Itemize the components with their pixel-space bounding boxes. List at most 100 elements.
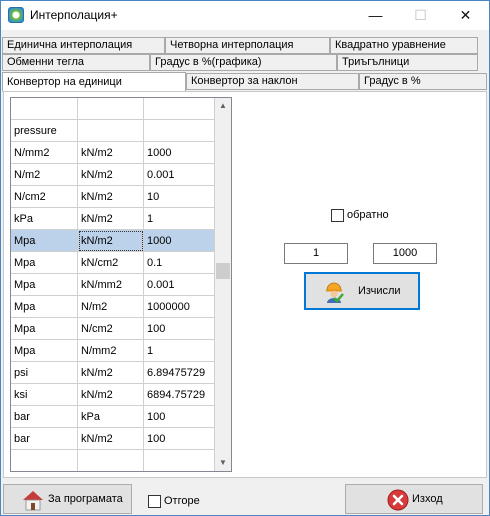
unit-to-cell[interactable]: kN/m2 [78, 384, 144, 406]
table-row[interactable]: Mpa kN/cm2 0.1 [11, 252, 215, 274]
scroll-down-icon[interactable]: ▼ [215, 455, 231, 471]
tab-triangles[interactable]: Триъгълници [337, 54, 478, 71]
factor-cell[interactable]: 1000 [144, 230, 215, 252]
scroll-thumb[interactable] [216, 263, 230, 279]
tab-single-interpolation[interactable]: Единична интерполация [2, 37, 165, 54]
table-row[interactable]: N/m2 kN/m2 0.001 [11, 164, 215, 186]
unit-to-cell[interactable]: kN/cm2 [78, 252, 144, 274]
factor-cell[interactable]: 1 [144, 208, 215, 230]
about-button[interactable]: За програмата [3, 484, 132, 514]
table-row[interactable]: bar kN/m2 100 [11, 428, 215, 450]
unit-to-cell[interactable]: kN/m2 [78, 186, 144, 208]
reverse-label: обратно [347, 209, 389, 221]
factor-cell[interactable] [144, 98, 215, 120]
exit-button[interactable]: Изход [345, 484, 483, 514]
unit-to-cell[interactable]: N/m2 [78, 296, 144, 318]
factor-cell[interactable]: 1 [144, 340, 215, 362]
input-value-field[interactable]: 1 [284, 243, 348, 264]
unit-from-cell[interactable]: Mpa [11, 296, 78, 318]
unit-to-cell[interactable]: kN/mm2 [78, 274, 144, 296]
factor-cell[interactable]: 1000000 [144, 296, 215, 318]
app-window: Интерполация+ — ☐ ✕ Единична интерполаци… [0, 0, 490, 516]
unit-from-cell[interactable]: Mpa [11, 230, 78, 252]
unit-to-cell[interactable]: kN/m2 [78, 164, 144, 186]
unit-from-cell[interactable]: N/cm2 [11, 186, 78, 208]
table-row[interactable] [11, 450, 215, 471]
unit-to-cell[interactable]: N/mm2 [78, 340, 144, 362]
factor-cell[interactable]: 0.001 [144, 274, 215, 296]
tab-unit-converter[interactable]: Конвертор на единици [2, 72, 186, 92]
unit-from-cell[interactable]: N/m2 [11, 164, 78, 186]
unit-from-cell[interactable]: Mpa [11, 340, 78, 362]
table-row[interactable]: Mpa kN/mm2 0.001 [11, 274, 215, 296]
unit-from-cell[interactable]: bar [11, 428, 78, 450]
factor-cell[interactable]: 10 [144, 186, 215, 208]
table-row[interactable]: Mpa kN/m2 1000 [11, 230, 215, 252]
unit-from-cell[interactable] [11, 450, 78, 471]
close-button[interactable]: ✕ [443, 1, 488, 30]
table-row[interactable]: Mpa N/mm2 1 [11, 340, 215, 362]
factor-cell[interactable] [144, 450, 215, 471]
table-row[interactable]: ksi kN/m2 6894.75729 [11, 384, 215, 406]
unit-from-cell[interactable]: pressure [11, 120, 78, 142]
unit-from-cell[interactable]: kPa [11, 208, 78, 230]
calculate-button[interactable]: Изчисли [304, 272, 420, 310]
unit-from-cell[interactable]: psi [11, 362, 78, 384]
unit-from-cell[interactable] [11, 98, 78, 120]
reverse-checkbox[interactable] [331, 209, 344, 222]
unit-from-cell[interactable]: Mpa [11, 318, 78, 340]
about-label: За програмата [48, 493, 123, 505]
tab-exchange-weights[interactable]: Обменни тегла [2, 54, 150, 71]
minimize-button[interactable]: — [353, 1, 398, 30]
unit-to-cell[interactable]: kPa [78, 406, 144, 428]
table-row[interactable]: Mpa N/m2 1000000 [11, 296, 215, 318]
unit-to-cell[interactable]: kN/m2 [78, 142, 144, 164]
tab-quad-interpolation[interactable]: Четворна интерполация [165, 37, 330, 54]
unit-from-cell[interactable]: bar [11, 406, 78, 428]
on-top-label: Отгоре [164, 495, 200, 507]
unit-from-cell[interactable]: Mpa [11, 252, 78, 274]
tab-quadratic-equation[interactable]: Квадратно уравнение [330, 37, 478, 54]
factor-cell[interactable]: 100 [144, 428, 215, 450]
units-grid[interactable]: pressure N/mm2 kN/m2 1000 N/m2 kN/m2 0.001 N/cm… [10, 97, 232, 472]
unit-to-cell[interactable]: kN/m2 [78, 362, 144, 384]
factor-cell[interactable] [144, 120, 215, 142]
unit-from-cell[interactable]: ksi [11, 384, 78, 406]
unit-to-cell[interactable]: kN/m2 [78, 230, 144, 252]
unit-from-cell[interactable]: Mpa [11, 274, 78, 296]
tab-degree-percent-graph[interactable]: Градус в %(графика) [150, 54, 337, 71]
tab-slope-converter[interactable]: Конвертор за наклон [186, 73, 359, 90]
calculate-label: Изчисли [358, 285, 401, 297]
unit-to-cell[interactable]: N/cm2 [78, 318, 144, 340]
factor-cell[interactable]: 100 [144, 318, 215, 340]
factor-cell[interactable]: 0.001 [144, 164, 215, 186]
table-row[interactable]: N/mm2 kN/m2 1000 [11, 142, 215, 164]
factor-cell[interactable]: 100 [144, 406, 215, 428]
table-row[interactable]: bar kPa 100 [11, 406, 215, 428]
maximize-button[interactable]: ☐ [398, 1, 443, 30]
on-top-checkbox[interactable] [148, 495, 161, 508]
table-row[interactable]: pressure [11, 120, 215, 142]
grid-rows: pressure N/mm2 kN/m2 1000 N/m2 kN/m2 0.001 N/cm… [11, 98, 215, 471]
result-value-field[interactable]: 1000 [373, 243, 437, 264]
table-row[interactable]: kPa kN/m2 1 [11, 208, 215, 230]
tab-degree-percent[interactable]: Градус в % [359, 73, 487, 90]
table-row[interactable]: N/cm2 kN/m2 10 [11, 186, 215, 208]
factor-cell[interactable]: 0.1 [144, 252, 215, 274]
scroll-up-icon[interactable]: ▲ [215, 98, 231, 114]
unit-to-cell[interactable] [78, 98, 144, 120]
factor-cell[interactable]: 6894.75729 [144, 384, 215, 406]
factor-cell[interactable]: 1000 [144, 142, 215, 164]
table-row[interactable]: Mpa N/cm2 100 [11, 318, 215, 340]
table-row[interactable]: psi kN/m2 6.89475729 [11, 362, 215, 384]
unit-to-cell[interactable]: kN/m2 [78, 208, 144, 230]
unit-to-cell[interactable] [78, 450, 144, 471]
table-row[interactable] [11, 98, 215, 120]
factor-cell[interactable]: 6.89475729 [144, 362, 215, 384]
unit-from-cell[interactable]: N/mm2 [11, 142, 78, 164]
unit-to-cell[interactable] [78, 120, 144, 142]
unit-to-cell[interactable]: kN/m2 [78, 428, 144, 450]
title-bar: Интерполация+ — ☐ ✕ [1, 1, 489, 30]
grid-scrollbar[interactable]: ▲ ▼ [215, 98, 231, 471]
app-icon [8, 7, 24, 23]
